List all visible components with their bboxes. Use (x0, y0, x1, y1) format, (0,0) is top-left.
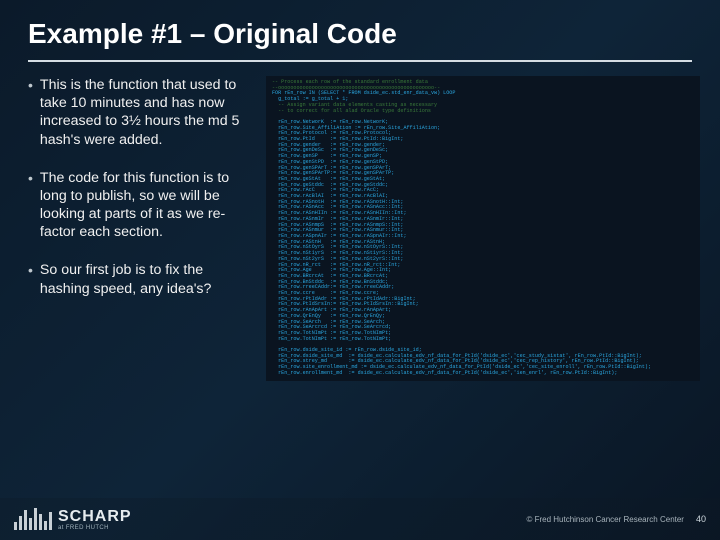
logo-text-wrap: SCHARP at FRED HUTCH (58, 508, 132, 531)
code-block: -- Process each row of the standard enro… (266, 76, 700, 381)
bullet-dot-icon: • (28, 76, 33, 149)
bullet-column: • This is the function that used to take… (28, 76, 256, 381)
bullet-text: The code for this function is to long to… (40, 169, 256, 242)
logo-bars-icon (14, 508, 52, 530)
bullet-dot-icon: • (28, 261, 33, 297)
copyright-text: © Fred Hutchinson Cancer Research Center (526, 515, 684, 524)
bullet-text: So our first job is to fix the hashing s… (40, 261, 256, 297)
bullet-text: This is the function that used to take 1… (40, 76, 256, 149)
bullet-dot-icon: • (28, 169, 33, 242)
bullet-item: • The code for this function is to long … (28, 169, 256, 242)
slide-title: Example #1 – Original Code (0, 0, 720, 54)
slide-body: • This is the function that used to take… (0, 62, 720, 381)
bullet-item: • This is the function that used to take… (28, 76, 256, 149)
bullet-item: • So our first job is to fix the hashing… (28, 261, 256, 297)
slide-footer: SCHARP at FRED HUTCH © Fred Hutchinson C… (0, 498, 720, 540)
page-number: 40 (696, 514, 706, 524)
code-column: -- Process each row of the standard enro… (266, 76, 700, 381)
slide: Example #1 – Original Code • This is the… (0, 0, 720, 540)
logo-text: SCHARP (58, 508, 132, 526)
scharp-logo: SCHARP at FRED HUTCH (14, 508, 132, 531)
